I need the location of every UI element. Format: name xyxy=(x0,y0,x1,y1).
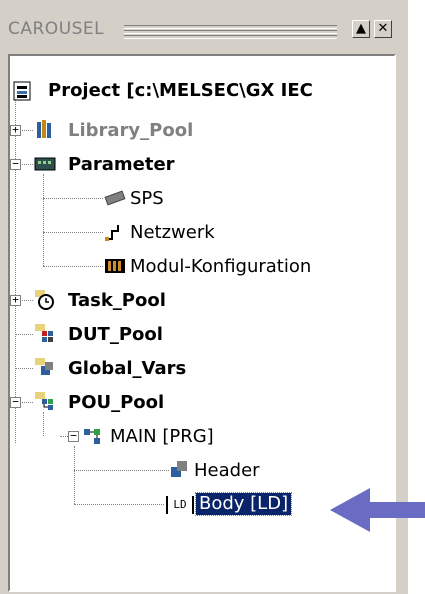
tree-item-label: MAIN [PRG] xyxy=(110,426,214,447)
tree-item-label: POU_Pool xyxy=(68,392,165,413)
expand-task-pool[interactable]: + xyxy=(10,294,21,306)
tree-item-label: Header xyxy=(194,460,260,481)
network-icon xyxy=(105,225,119,241)
pou-pool-icon xyxy=(35,392,53,410)
minimize-button[interactable]: ▲ xyxy=(352,20,370,38)
collapse-pou-pool[interactable]: − xyxy=(10,396,21,408)
sps-chip-icon xyxy=(104,190,126,206)
tree-item-label: Library_Pool xyxy=(68,120,194,141)
project-icon xyxy=(13,81,31,101)
drag-grip[interactable] xyxy=(124,25,337,39)
module-config-icon xyxy=(105,259,125,273)
tree-item-label: SPS xyxy=(130,188,164,209)
tree-item-label: Project [c:\MELSEC\GX IEC xyxy=(48,80,313,101)
dut-pool-icon xyxy=(35,324,53,342)
tree-item-label: Parameter xyxy=(68,154,175,175)
header-icon xyxy=(171,461,187,477)
pointer-arrow-icon xyxy=(330,488,425,532)
tree-item-label: Netzwerk xyxy=(130,222,215,243)
global-vars-icon xyxy=(35,358,53,375)
panel-titlebar[interactable]: CAROUSEL ▲ ✕ xyxy=(6,16,404,46)
tree-item-label: Task_Pool xyxy=(68,290,166,311)
tree-item-label: Global_Vars xyxy=(68,358,187,379)
collapse-parameter[interactable]: − xyxy=(10,158,21,170)
program-icon xyxy=(84,429,100,444)
ladder-icon: LD xyxy=(166,496,194,514)
expand-library-pool[interactable]: + xyxy=(10,124,21,136)
library-books-icon xyxy=(37,120,51,138)
panel-title: CAROUSEL xyxy=(8,19,105,39)
ladder-icon-text: LD xyxy=(173,498,187,511)
tree-item-label-selected: Body [LD] xyxy=(194,492,293,516)
task-clock-icon xyxy=(35,290,54,310)
tree-item-label: Modul-Konfiguration xyxy=(130,256,312,277)
parameter-icon xyxy=(34,157,56,171)
tree-item-label: DUT_Pool xyxy=(68,324,163,345)
collapse-main[interactable]: − xyxy=(68,430,79,442)
close-button[interactable]: ✕ xyxy=(374,20,392,38)
